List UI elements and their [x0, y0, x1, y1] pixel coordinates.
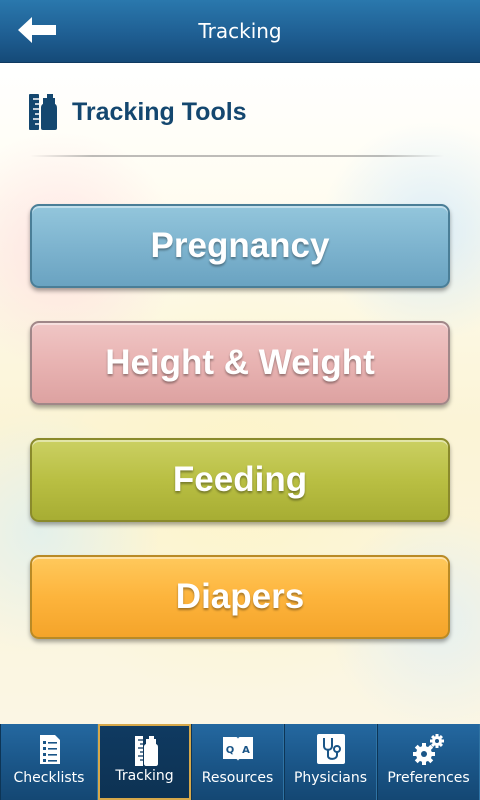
- tab-label: Resources: [201, 770, 274, 786]
- ruler-bottle-icon: [134, 736, 158, 766]
- tab-preferences[interactable]: Preferences: [377, 724, 480, 800]
- svg-text:A: A: [242, 745, 250, 756]
- divider: [30, 155, 444, 157]
- tab-label: Preferences: [387, 770, 470, 786]
- svg-text:Q: Q: [225, 745, 234, 756]
- ruler-bottle-icon: [29, 94, 57, 130]
- tab-physicians[interactable]: Physicians: [284, 724, 377, 800]
- pregnancy-button[interactable]: Pregnancy: [30, 204, 450, 288]
- header-bar: Tracking: [0, 0, 480, 62]
- height-weight-button[interactable]: Height & Weight: [30, 321, 450, 405]
- tab-label: Checklists: [13, 770, 85, 786]
- section-title: Tracking Tools: [72, 97, 247, 126]
- tab-resources[interactable]: Q A Resources: [191, 724, 284, 800]
- tab-label: Tracking: [115, 768, 174, 784]
- tab-checklists[interactable]: Checklists: [0, 724, 98, 800]
- qa-book-icon: Q A: [222, 737, 253, 761]
- checklist-icon: [40, 735, 60, 764]
- diapers-button[interactable]: Diapers: [30, 555, 450, 639]
- tab-tracking[interactable]: Tracking: [98, 724, 191, 800]
- page-title: Tracking: [198, 19, 282, 43]
- gears-icon: [412, 734, 444, 765]
- tab-label: Physicians: [293, 770, 368, 786]
- stethoscope-icon: [316, 734, 345, 764]
- section-heading: Tracking Tools: [28, 90, 448, 134]
- bottom-tab-bar: Checklists Tracking Q A Resources Physic…: [0, 724, 480, 800]
- feeding-button[interactable]: Feeding: [30, 438, 450, 522]
